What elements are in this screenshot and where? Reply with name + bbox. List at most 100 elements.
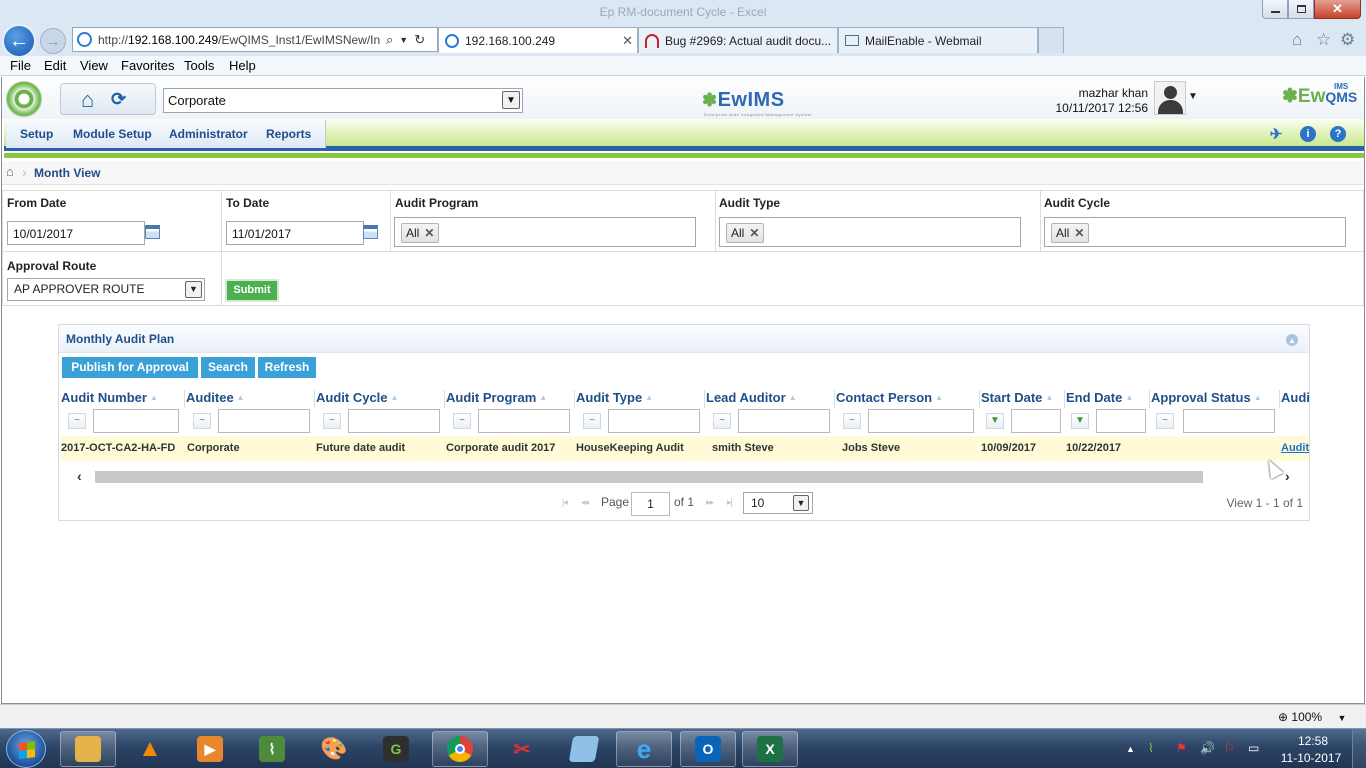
breadcrumb-home-icon[interactable]: ⌂ <box>6 164 14 179</box>
column-header-lead-auditor[interactable]: Lead Auditor ▲ <box>706 390 835 408</box>
table-row[interactable]: 2017-OCT-CA2-HA-FD Corporate Future date… <box>61 436 1309 461</box>
menu-favorites[interactable]: Favorites <box>121 58 174 73</box>
filter-input-approval-status[interactable] <box>1183 409 1275 433</box>
column-header-audit-type[interactable]: Audit Type ▲ <box>576 390 705 408</box>
menu-reports[interactable]: Reports <box>252 120 327 148</box>
column-header-audit-number[interactable]: Audit Number ▲ <box>61 390 185 408</box>
audit-cycle-chip[interactable]: All ✕ <box>1051 223 1090 243</box>
refresh-button[interactable]: Refresh <box>258 357 316 378</box>
filter-operator-button[interactable]: ~ <box>843 413 861 429</box>
column-header-auditee[interactable]: Auditee ▲ <box>186 390 315 408</box>
taskbar-internet-explorer[interactable]: e <box>616 731 672 767</box>
clock-time[interactable]: 12:58 <box>1283 734 1343 748</box>
column-header-audit-cycle[interactable]: Audit Cycle ▲ <box>316 390 445 408</box>
show-hidden-icons-icon[interactable]: ▲ <box>1126 744 1135 754</box>
filter-funnel-icon[interactable]: ▼ <box>986 413 1004 429</box>
from-date-input[interactable]: 10/01/2017 <box>7 221 145 245</box>
filter-input-auditee[interactable] <box>218 409 310 433</box>
taskbar-vlc[interactable]: ▲ <box>122 731 178 767</box>
search-icon[interactable]: ⌕ <box>386 32 393 48</box>
close-tab-icon[interactable]: ✕ <box>622 33 633 49</box>
publish-for-approval-button[interactable]: Publish for Approval <box>62 357 198 378</box>
start-button[interactable] <box>6 730 46 768</box>
menu-file[interactable]: File <box>10 58 31 73</box>
to-date-input[interactable]: 11/01/2017 <box>226 221 364 245</box>
refresh-icon[interactable]: ↻ <box>414 32 425 48</box>
filter-operator-button[interactable]: ~ <box>68 413 86 429</box>
back-button[interactable]: ← <box>2 24 36 58</box>
organization-select[interactable]: Corporate ▼ <box>163 88 523 113</box>
menu-tools[interactable]: Tools <box>184 58 214 73</box>
column-header-audit[interactable]: Audi <box>1281 390 1309 408</box>
dropdown-icon[interactable]: ▼ <box>399 35 408 45</box>
browser-tab-bug[interactable]: Bug #2969: Actual audit docu... <box>638 27 838 53</box>
filter-input-audit-program[interactable] <box>478 409 570 433</box>
audit-type-multiselect[interactable]: All ✕ <box>719 217 1021 247</box>
audit-cycle-multiselect[interactable]: All ✕ <box>1044 217 1346 247</box>
filter-input-start-date[interactable] <box>1011 409 1061 433</box>
filter-input-audit-cycle[interactable] <box>348 409 440 433</box>
browser-tab-app[interactable]: 192.168.100.249 ✕ <box>438 27 638 53</box>
remove-chip-icon[interactable]: ✕ <box>749 226 759 240</box>
column-header-contact-person[interactable]: Contact Person ▲ <box>836 390 980 408</box>
action-center-icon[interactable]: ⚐ <box>1224 741 1235 755</box>
remove-chip-icon[interactable]: ✕ <box>424 226 434 240</box>
filter-operator-button[interactable]: ~ <box>193 413 211 429</box>
info-icon[interactable]: i <box>1300 126 1316 142</box>
filter-operator-button[interactable]: ~ <box>713 413 731 429</box>
minimize-button[interactable] <box>1262 0 1288 19</box>
prev-page-icon[interactable]: ◂◂ <box>581 497 589 508</box>
volume-icon[interactable]: 🔊 <box>1200 741 1215 755</box>
taskbar-excel[interactable]: X <box>742 731 798 767</box>
page-number-input[interactable]: 1 <box>631 492 670 516</box>
show-desktop-button[interactable] <box>1352 729 1366 768</box>
approval-route-select[interactable]: AP APPROVER ROUTE ▼ <box>7 278 205 301</box>
filter-input-audit-type[interactable] <box>608 409 700 433</box>
filter-operator-button[interactable]: ~ <box>453 413 471 429</box>
search-button[interactable]: Search <box>201 357 255 378</box>
rows-per-page-select[interactable]: 10 ▼ <box>743 492 813 514</box>
menu-administrator[interactable]: Administrator <box>155 120 263 148</box>
new-tab-button[interactable] <box>1038 27 1064 53</box>
taskbar-task-manager[interactable]: ⌇ <box>244 731 300 767</box>
taskbar-chrome[interactable] <box>432 731 488 767</box>
next-page-icon[interactable]: ▸▸ <box>706 497 714 508</box>
scrollbar-thumb[interactable] <box>95 471 1203 483</box>
help-icon[interactable]: ? <box>1330 126 1346 142</box>
pin-icon[interactable]: ✈ <box>1268 126 1284 143</box>
submit-button[interactable]: Submit <box>225 279 279 302</box>
column-header-end-date[interactable]: End Date ▲ <box>1066 390 1150 408</box>
taskbar-paint[interactable]: 🎨 <box>306 731 362 767</box>
refresh-icon[interactable]: ⟳ <box>111 89 126 110</box>
last-page-icon[interactable]: ▸| <box>727 497 733 508</box>
close-window-button[interactable]: ✕ <box>1314 0 1361 19</box>
scroll-right-icon[interactable]: › <box>1285 468 1290 484</box>
collapse-icon[interactable]: ▲ <box>1286 334 1298 346</box>
network-app-tray-icon[interactable]: ⌇ <box>1148 741 1154 755</box>
avatar[interactable] <box>1154 81 1186 115</box>
filter-input-audit-number[interactable] <box>93 409 179 433</box>
horizontal-scrollbar[interactable]: ‹ › <box>61 468 1309 485</box>
calendar-icon[interactable] <box>145 225 160 239</box>
forward-button[interactable]: → <box>40 28 66 54</box>
calendar-icon[interactable] <box>363 225 378 239</box>
filter-input-lead-auditor[interactable] <box>738 409 830 433</box>
taskbar-media-player[interactable]: ▶ <box>182 731 238 767</box>
flag-tray-icon[interactable]: ⚑ <box>1176 741 1187 755</box>
column-header-approval-status[interactable]: Approval Status ▲ <box>1151 390 1280 408</box>
audit-program-chip[interactable]: All ✕ <box>401 223 440 243</box>
clock-date[interactable]: 11-10-2017 <box>1279 751 1343 765</box>
zoom-level[interactable]: ⊕ 100% ▼ <box>1278 710 1346 724</box>
taskbar-explorer[interactable] <box>60 731 116 767</box>
column-header-start-date[interactable]: Start Date ▲ <box>981 390 1065 408</box>
filter-operator-button[interactable]: ~ <box>583 413 601 429</box>
address-bar[interactable]: http://192.168.100.249/EwQIMS_Inst1/EwIM… <box>72 27 438 52</box>
maximize-button[interactable] <box>1288 0 1314 19</box>
audit-link[interactable]: Audit <box>1281 442 1309 454</box>
browser-tab-mail[interactable]: MailEnable - Webmail <box>838 27 1038 53</box>
filter-operator-button[interactable]: ~ <box>323 413 341 429</box>
home-icon[interactable]: ⌂ <box>81 87 94 113</box>
favorites-star-icon[interactable]: ☆ <box>1316 30 1331 50</box>
audit-program-multiselect[interactable]: All ✕ <box>394 217 696 247</box>
home-icon[interactable]: ⌂ <box>1292 30 1302 50</box>
